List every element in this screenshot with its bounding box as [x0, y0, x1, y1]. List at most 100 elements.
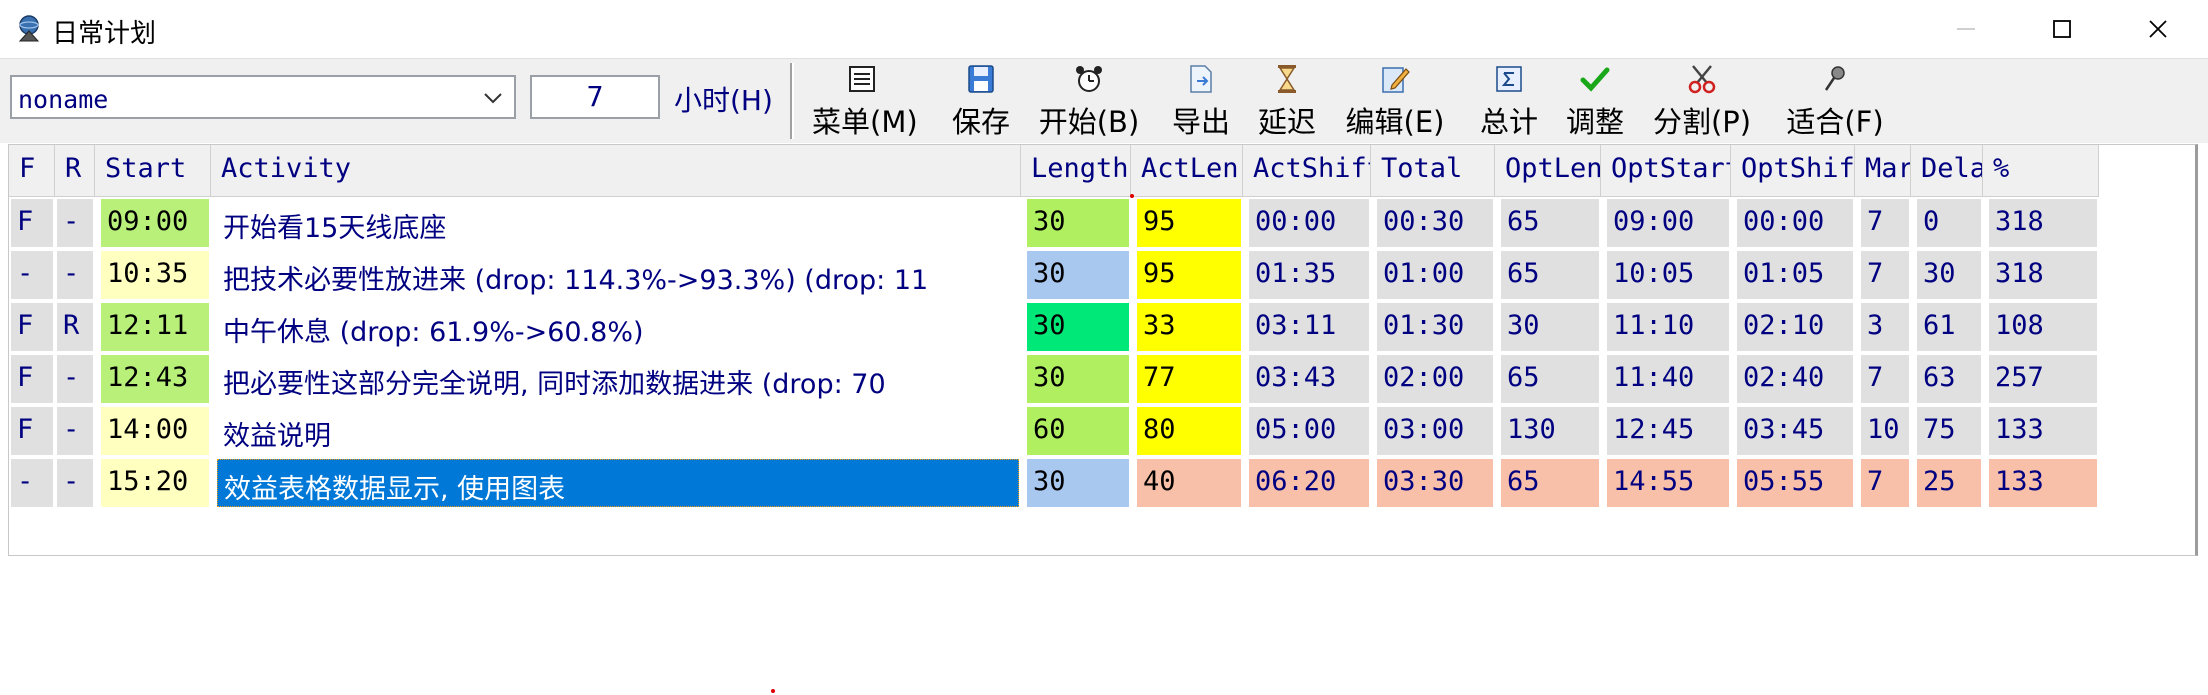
cell-r[interactable]: - — [57, 251, 93, 299]
cell-mar[interactable]: 7 — [1861, 251, 1909, 299]
cell-length[interactable]: 30 — [1027, 355, 1129, 403]
column-header-percent[interactable]: % — [1983, 145, 2099, 197]
cell-optstart[interactable]: 11:40 — [1607, 355, 1729, 403]
cell-activity[interactable]: 中午休息 (drop: 61.9%->60.8%) — [217, 303, 1019, 351]
column-header-delay[interactable]: Delay — [1911, 145, 1983, 197]
cell-start[interactable]: 12:43 — [101, 355, 209, 403]
cell-delay[interactable]: 75 — [1917, 407, 1981, 455]
chevron-down-icon[interactable] — [482, 89, 504, 107]
cell-optlen[interactable]: 65 — [1501, 199, 1599, 247]
cell-length[interactable]: 30 — [1027, 459, 1129, 507]
cell-total[interactable]: 01:00 — [1377, 251, 1493, 299]
column-header-start[interactable]: Start — [95, 145, 211, 197]
cell-f[interactable]: F — [11, 199, 53, 247]
save-button[interactable]: 保存 — [942, 63, 1020, 141]
cell-optstart[interactable]: 11:10 — [1607, 303, 1729, 351]
cell-percent[interactable]: 133 — [1989, 459, 2097, 507]
cell-r[interactable]: - — [57, 407, 93, 455]
cell-delay[interactable]: 61 — [1917, 303, 1981, 351]
cell-actlen[interactable]: 80 — [1137, 407, 1241, 455]
cell-optstart[interactable]: 10:05 — [1607, 251, 1729, 299]
cell-r[interactable]: R — [57, 303, 93, 351]
cell-activity[interactable]: 开始看15天线底座 — [217, 199, 1019, 247]
cell-optlen[interactable]: 65 — [1501, 459, 1599, 507]
cell-f[interactable]: - — [11, 459, 53, 507]
cell-optlen[interactable]: 65 — [1501, 355, 1599, 403]
cell-activity[interactable]: 把技术必要性放进来 (drop: 114.3%->93.3%) (drop: 1… — [217, 251, 1019, 299]
cell-percent[interactable]: 318 — [1989, 251, 2097, 299]
cell-optshift[interactable]: 03:45 — [1737, 407, 1853, 455]
total-button[interactable]: 总计 — [1474, 63, 1544, 141]
cell-length[interactable]: 30 — [1027, 199, 1129, 247]
cell-r[interactable]: - — [57, 199, 93, 247]
cell-mar[interactable]: 10 — [1861, 407, 1909, 455]
maximize-button[interactable] — [2016, 0, 2108, 58]
column-header-length[interactable]: Length — [1021, 145, 1131, 197]
cell-percent[interactable]: 318 — [1989, 199, 2097, 247]
cell-f[interactable]: - — [11, 251, 53, 299]
cell-delay[interactable]: 63 — [1917, 355, 1981, 403]
cell-optshift[interactable]: 02:10 — [1737, 303, 1853, 351]
cell-start[interactable]: 12:11 — [101, 303, 209, 351]
cell-optstart[interactable]: 14:55 — [1607, 459, 1729, 507]
column-header-optshift[interactable]: OptShift — [1731, 145, 1855, 197]
cell-mar[interactable]: 7 — [1861, 199, 1909, 247]
delay-button[interactable]: 延迟 — [1252, 63, 1322, 141]
cell-optshift[interactable]: 01:05 — [1737, 251, 1853, 299]
cell-optlen[interactable]: 65 — [1501, 251, 1599, 299]
cell-actshift[interactable]: 03:43 — [1249, 355, 1369, 403]
fit-button[interactable]: 适合(F) — [1780, 63, 1890, 141]
project-combo[interactable]: noname — [10, 75, 516, 119]
cell-optlen[interactable]: 30 — [1501, 303, 1599, 351]
cell-total[interactable]: 03:00 — [1377, 407, 1493, 455]
cell-activity[interactable]: 效益说明 — [217, 407, 1019, 455]
cell-start[interactable]: 09:00 — [101, 199, 209, 247]
cell-total[interactable]: 03:30 — [1377, 459, 1493, 507]
cell-activity[interactable]: 效益表格数据显示, 使用图表 — [217, 459, 1019, 507]
cell-optlen[interactable]: 130 — [1501, 407, 1599, 455]
cell-length[interactable]: 30 — [1027, 251, 1129, 299]
menu-button[interactable]: 菜单(M) — [812, 63, 918, 141]
cell-optshift[interactable]: 05:55 — [1737, 459, 1853, 507]
column-header-actshift[interactable]: ActShift — [1243, 145, 1371, 197]
edit-button[interactable]: 编辑(E) — [1340, 63, 1450, 141]
cell-f[interactable]: F — [11, 407, 53, 455]
cell-mar[interactable]: 7 — [1861, 355, 1909, 403]
cell-percent[interactable]: 133 — [1989, 407, 2097, 455]
cell-delay[interactable]: 30 — [1917, 251, 1981, 299]
column-header-f[interactable]: F — [9, 145, 55, 197]
column-header-actlen[interactable]: ActLen — [1131, 145, 1243, 197]
cell-r[interactable]: - — [57, 459, 93, 507]
cell-actlen[interactable]: 95 — [1137, 199, 1241, 247]
cell-mar[interactable]: 7 — [1861, 459, 1909, 507]
cell-f[interactable]: F — [11, 355, 53, 403]
cell-f[interactable]: F — [11, 303, 53, 351]
activity-grid[interactable]: F R Start Activity Length ActLen ActShift Total… — [8, 144, 2198, 556]
column-header-optstart[interactable]: OptStart — [1601, 145, 1731, 197]
cell-total[interactable]: 01:30 — [1377, 303, 1493, 351]
cell-length[interactable]: 60 — [1027, 407, 1129, 455]
column-header-r[interactable]: R — [55, 145, 95, 197]
cell-actlen[interactable]: 40 — [1137, 459, 1241, 507]
cell-percent[interactable]: 257 — [1989, 355, 2097, 403]
cell-r[interactable]: - — [57, 355, 93, 403]
cell-actshift[interactable]: 06:20 — [1249, 459, 1369, 507]
cell-actshift[interactable]: 00:00 — [1249, 199, 1369, 247]
column-header-activity[interactable]: Activity — [211, 145, 1021, 197]
cell-actlen[interactable]: 95 — [1137, 251, 1241, 299]
cell-activity[interactable]: 把必要性这部分完全说明, 同时添加数据进来 (drop: 70 — [217, 355, 1019, 403]
start-button[interactable]: 开始(B) — [1034, 63, 1144, 141]
cell-mar[interactable]: 3 — [1861, 303, 1909, 351]
cell-percent[interactable]: 108 — [1989, 303, 2097, 351]
cell-actshift[interactable]: 05:00 — [1249, 407, 1369, 455]
column-header-mar[interactable]: Mar — [1855, 145, 1911, 197]
cell-length[interactable]: 30 — [1027, 303, 1129, 351]
hours-input[interactable]: 7 — [530, 75, 660, 119]
cell-optshift[interactable]: 02:40 — [1737, 355, 1853, 403]
column-header-total[interactable]: Total — [1371, 145, 1495, 197]
cell-delay[interactable]: 25 — [1917, 459, 1981, 507]
adjust-button[interactable]: 调整 — [1560, 63, 1630, 141]
cell-start[interactable]: 14:00 — [101, 407, 209, 455]
cell-start[interactable]: 15:20 — [101, 459, 209, 507]
cell-total[interactable]: 00:30 — [1377, 199, 1493, 247]
